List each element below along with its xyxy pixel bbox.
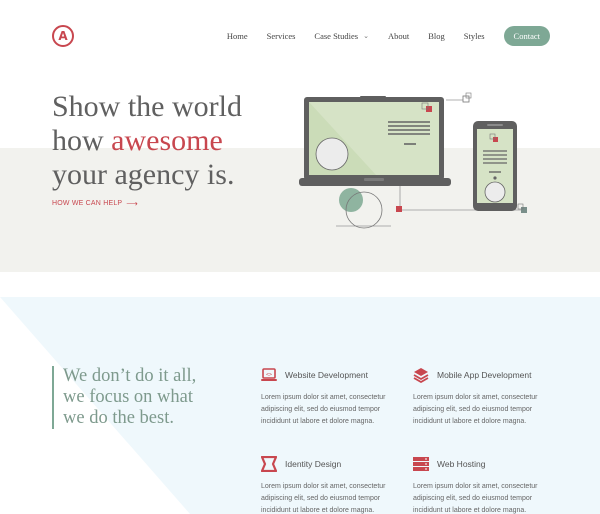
service-title: Mobile App Development (437, 370, 532, 380)
main-nav: Home Services Case Studies ⌄ About Blog S… (208, 26, 550, 46)
service-description: Lorem ipsum dolor sit amet, consectetur … (261, 483, 386, 514)
layers-icon (413, 367, 429, 383)
nav-services-label: Services (266, 31, 296, 41)
chevron-down-icon: ⌄ (363, 32, 369, 40)
nav-home-label: Home (226, 31, 248, 41)
nav-blog-label: Blog (428, 31, 445, 41)
nav-case-studies[interactable]: Case Studies ⌄ (314, 31, 369, 41)
service-title: Identity Design (285, 459, 342, 469)
tagline-line1: We don’t do it all, (63, 366, 197, 386)
laptop-code-icon: <> (261, 367, 277, 383)
service-identity-design: Identity Design Lorem ipsum dolor sit am… (261, 455, 411, 514)
how-we-can-help-label: HOW WE CAN HELP (52, 200, 123, 207)
service-description: Lorem ipsum dolor sit amet, consectetur … (261, 394, 386, 425)
hero-title-line2: how awesome (52, 124, 242, 158)
nav-home[interactable]: Home (227, 31, 248, 41)
brand-logo[interactable]: A (52, 25, 74, 47)
hero-title-line2-pre: how (52, 124, 112, 157)
arrow-right-icon: ⟶ (126, 199, 138, 208)
service-web-hosting: Web Hosting Lorem ipsum dolor sit amet, … (413, 455, 563, 514)
contact-button[interactable]: Contact (503, 26, 550, 46)
nav-about[interactable]: About (388, 31, 409, 41)
logo-letter: A (58, 29, 68, 43)
nav-blog[interactable]: Blog (428, 31, 445, 41)
how-we-can-help-link[interactable]: HOW WE CAN HELP ⟶ (52, 199, 138, 208)
service-mobile-app-development: Mobile App Development Lorem ipsum dolor… (413, 366, 563, 428)
nav-styles-label: Styles (463, 31, 485, 41)
hero-title-highlight: awesome (111, 124, 223, 157)
service-website-development: <> Website Development Lorem ipsum dolor… (261, 366, 411, 428)
service-description: Lorem ipsum dolor sit amet, consectetur … (413, 483, 538, 514)
service-title: Web Hosting (437, 459, 486, 469)
nav-case-studies-label: Case Studies (314, 31, 359, 41)
nav-styles[interactable]: Styles (464, 31, 485, 41)
hero-title: Show the world how awesome your agency i… (52, 90, 242, 192)
nav-about-label: About (387, 31, 410, 41)
tagline-line2: we focus on what (63, 387, 193, 407)
frame-icon (261, 456, 277, 472)
devices-illustration (299, 92, 527, 229)
hero-title-line3: your agency is. (52, 158, 235, 191)
tagline-line3: we do the best. (63, 408, 174, 428)
server-icon (413, 456, 429, 472)
service-title: Website Development (285, 370, 368, 380)
services-tagline: We don’t do it all, we focus on what we … (52, 366, 196, 429)
nav-services[interactable]: Services (267, 31, 296, 41)
hero-title-line1: Show the world (52, 90, 242, 123)
service-description: Lorem ipsum dolor sit amet, consectetur … (413, 394, 538, 425)
svg-text:<>: <> (266, 372, 272, 378)
